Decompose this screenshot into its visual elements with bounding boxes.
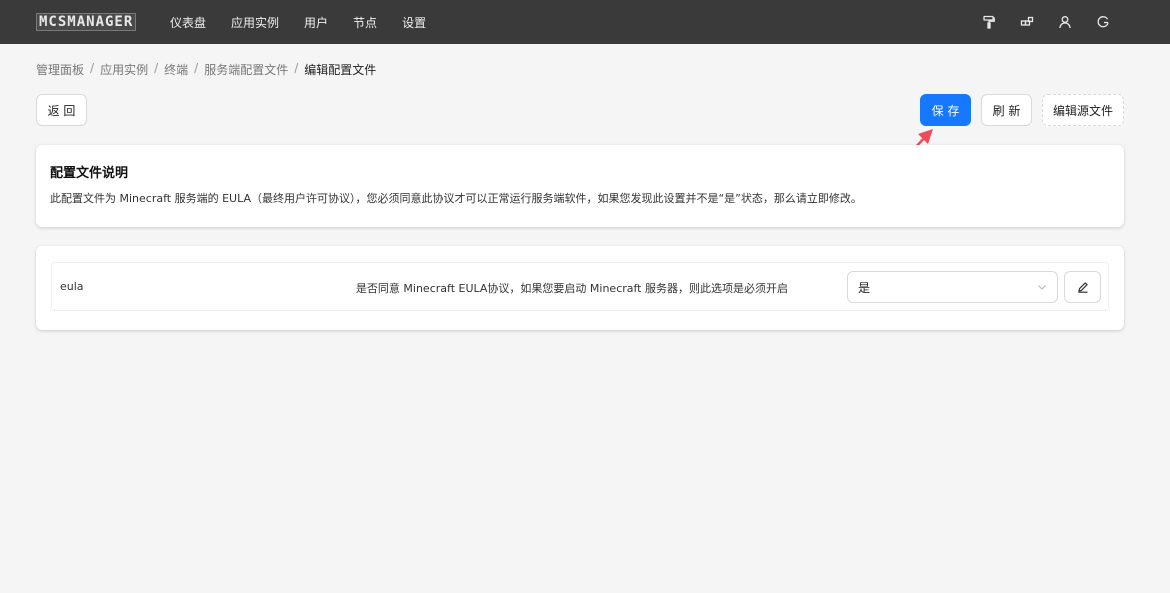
logout-icon[interactable]	[1096, 15, 1110, 29]
nav-item-instances[interactable]: 应用实例	[231, 14, 279, 31]
breadcrumb-separator: /	[194, 61, 199, 75]
eula-select-value: 是	[858, 280, 871, 295]
config-key: eula	[60, 280, 84, 293]
nav-item-settings[interactable]: 设置	[402, 14, 426, 31]
breadcrumb-current: 编辑配置文件	[304, 63, 377, 77]
refresh-button[interactable]: 刷 新	[981, 94, 1032, 126]
breadcrumb-separator: /	[90, 61, 95, 75]
pencil-icon	[1077, 282, 1088, 293]
config-editor-card: eula 是否同意 Minecraft EULA协议，如果您要启动 Minecr…	[36, 246, 1124, 330]
main-nav: 仪表盘 应用实例 用户 节点 设置	[170, 0, 451, 44]
breadcrumb: 管理面板 / 应用实例 / 终端 / 服务端配置文件 / 编辑配置文件	[36, 61, 376, 78]
config-description-card: 配置文件说明 此配置文件为 Minecraft 服务端的 EULA（最终用户许可…	[36, 145, 1124, 227]
edit-source-button[interactable]: 编辑源文件	[1042, 94, 1124, 126]
user-icon[interactable]	[1058, 15, 1072, 29]
breadcrumb-item-terminal[interactable]: 终端	[164, 61, 188, 78]
back-button[interactable]: 返 回	[36, 94, 87, 126]
breadcrumb-item-instances[interactable]: 应用实例	[100, 61, 148, 78]
save-button[interactable]: 保 存	[920, 94, 971, 126]
eula-select[interactable]: 是	[847, 271, 1058, 303]
header-actions	[958, 0, 1110, 44]
nav-item-dashboard[interactable]: 仪表盘	[170, 14, 206, 31]
deploy-icon[interactable]	[1020, 15, 1034, 29]
app-logo[interactable]: MCSMANAGER	[36, 13, 137, 31]
nav-item-nodes[interactable]: 节点	[353, 14, 377, 31]
description-title: 配置文件说明	[50, 166, 129, 181]
breadcrumb-item-config-files[interactable]: 服务端配置文件	[204, 61, 288, 78]
chevron-down-icon	[1038, 285, 1046, 290]
paint-roller-icon[interactable]	[982, 15, 996, 29]
description-text: 此配置文件为 Minecraft 服务端的 EULA（最终用户许可协议），您必须…	[50, 192, 862, 205]
edit-value-button[interactable]	[1064, 271, 1101, 303]
breadcrumb-separator: /	[294, 61, 299, 75]
breadcrumb-item-panel[interactable]: 管理面板	[36, 61, 84, 78]
config-item-description: 是否同意 Minecraft EULA协议，如果您要启动 Minecraft 服…	[355, 282, 788, 295]
config-row-eula: eula 是否同意 Minecraft EULA协议，如果您要启动 Minecr…	[51, 262, 1109, 311]
breadcrumb-separator: /	[154, 61, 159, 75]
nav-item-users[interactable]: 用户	[304, 14, 328, 31]
top-navbar: MCSMANAGER 仪表盘 应用实例 用户 节点 设置	[0, 0, 1170, 44]
